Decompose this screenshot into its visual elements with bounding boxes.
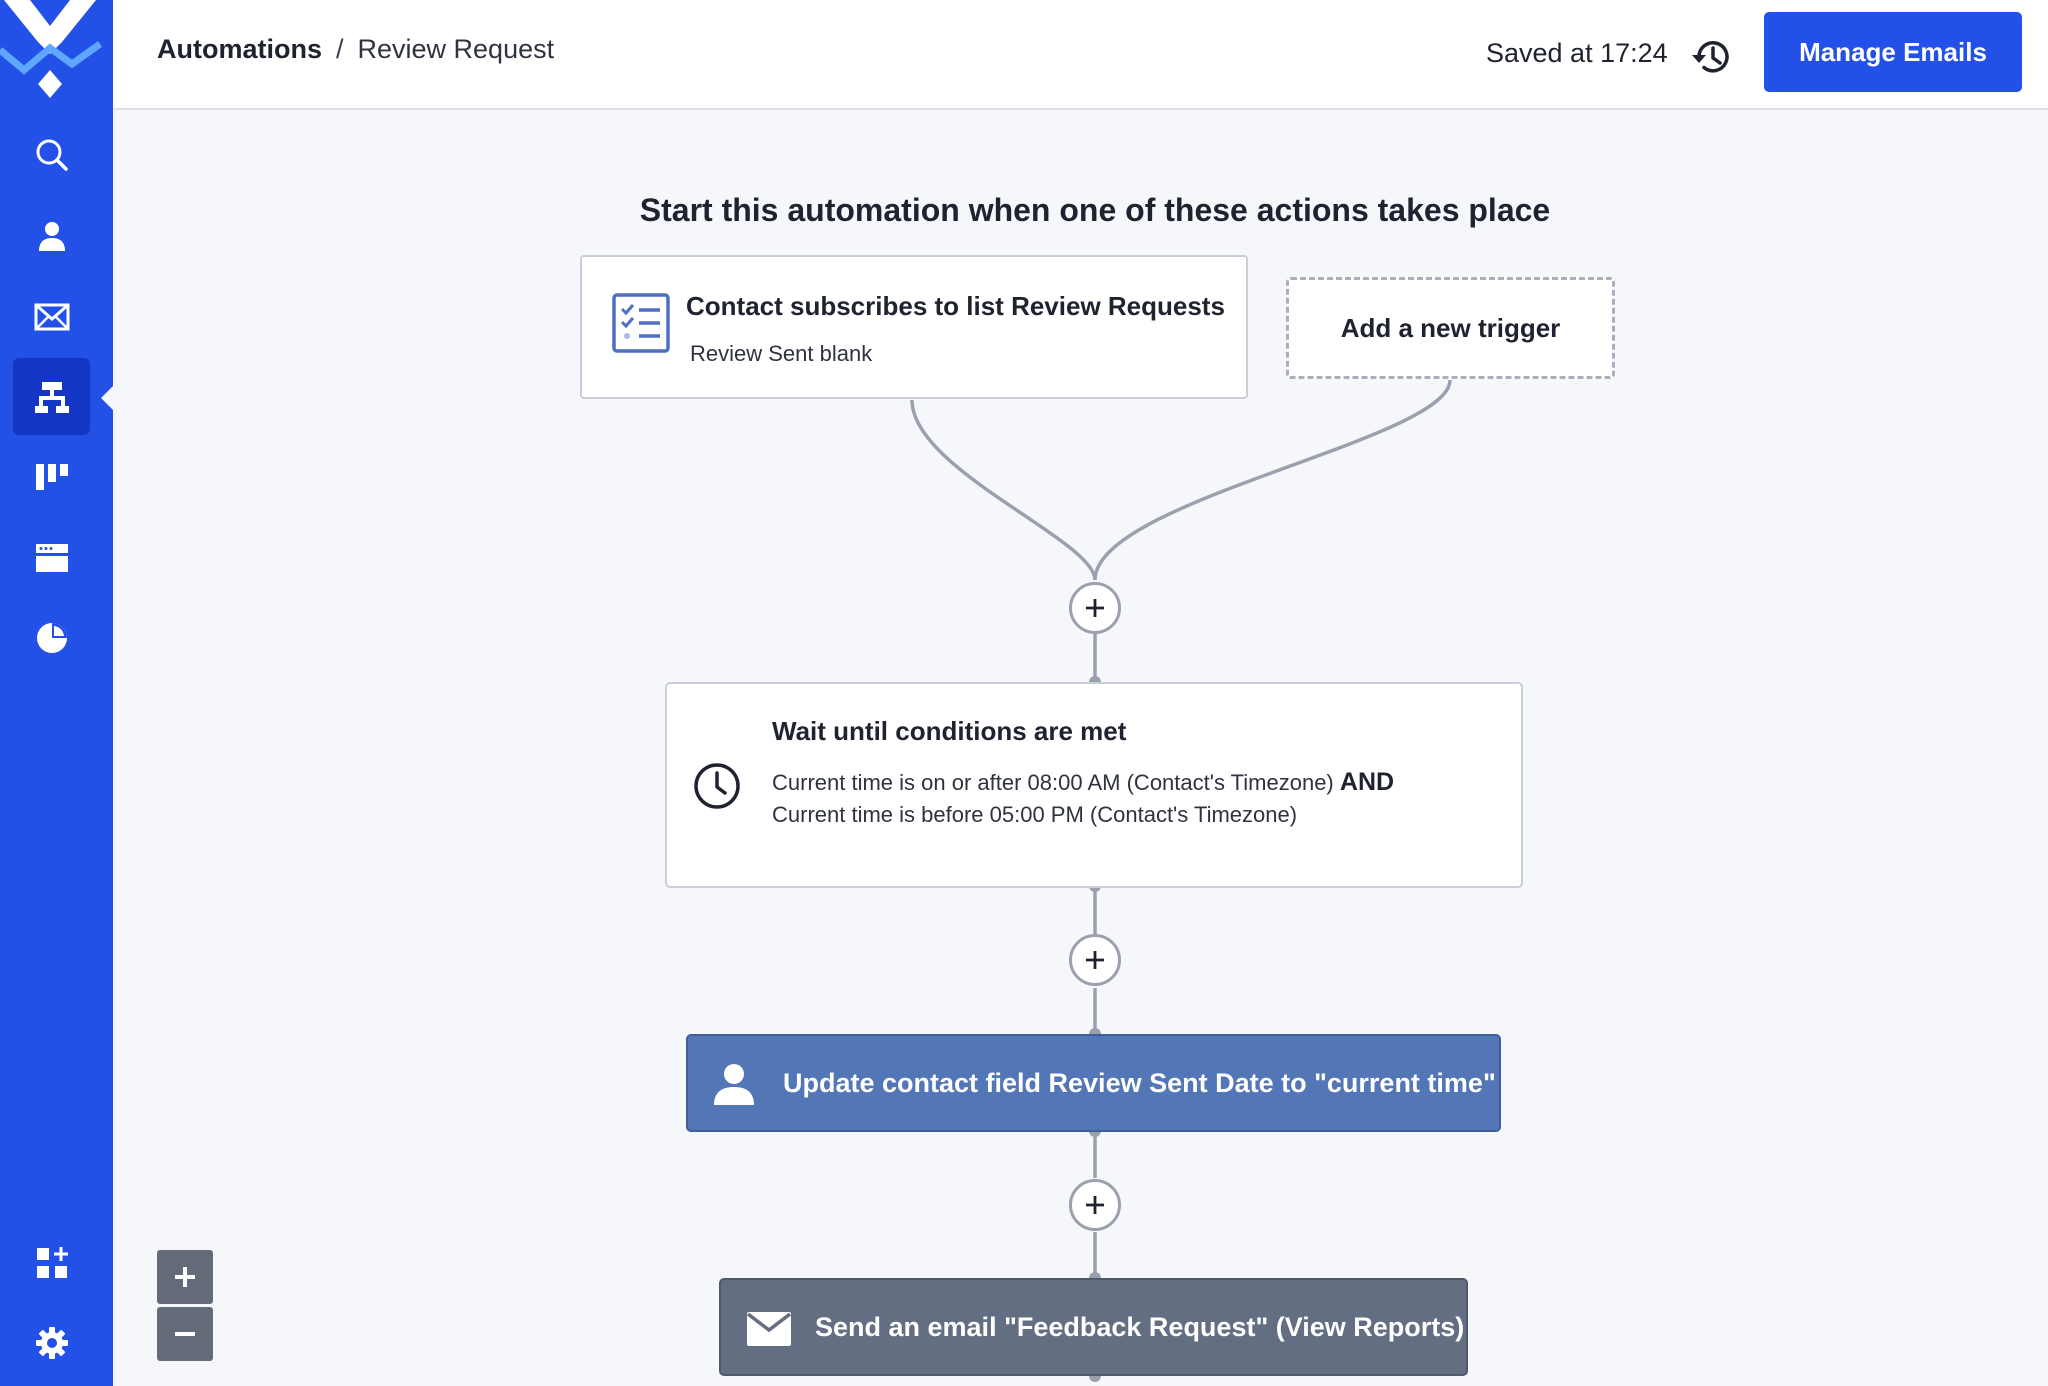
envelope-icon xyxy=(34,303,69,330)
add-step-button[interactable] xyxy=(1069,582,1121,634)
zoom-controls xyxy=(157,1250,213,1361)
wait-condition-1: Current time is on or after 08:00 AM (Co… xyxy=(772,770,1334,795)
checklist-icon xyxy=(612,293,670,353)
search-icon xyxy=(36,139,68,171)
breadcrumb-separator: / xyxy=(336,34,344,64)
plus-icon xyxy=(1086,951,1104,969)
top-header: Automations / Review Request Saved at 17… xyxy=(113,0,2048,110)
sidebar-item-contacts[interactable] xyxy=(13,197,90,274)
sidebar-item-website[interactable] xyxy=(13,519,90,596)
pie-chart-icon xyxy=(36,622,67,653)
breadcrumb: Automations / Review Request xyxy=(157,34,554,65)
trigger-section-heading: Start this automation when one of these … xyxy=(639,192,1551,228)
trigger-card[interactable]: Contact subscribes to list Review Reques… xyxy=(580,255,1248,399)
sidebar-item-reports[interactable] xyxy=(13,599,90,676)
trigger-subtitle: Review Sent blank xyxy=(690,341,873,366)
wait-condition-card[interactable]: Wait until conditions are met Current ti… xyxy=(665,682,1523,888)
send-email-label: Send an email "Feedback Request" (View R… xyxy=(815,1312,1465,1342)
clock-icon xyxy=(694,763,740,809)
plus-icon xyxy=(1086,1196,1104,1214)
sidebar-item-campaigns[interactable] xyxy=(13,278,90,355)
person-icon xyxy=(38,221,65,251)
plus-icon xyxy=(1086,599,1104,617)
breadcrumb-automations-link[interactable]: Automations xyxy=(157,34,322,65)
automation-icon xyxy=(34,381,69,413)
wait-condition-operator: AND xyxy=(1339,768,1395,796)
gear-icon xyxy=(35,1326,68,1359)
add-trigger-button[interactable]: Add a new trigger xyxy=(1286,277,1615,379)
pipeline-icon xyxy=(35,463,68,490)
add-step-button[interactable] xyxy=(1069,1179,1121,1231)
send-email-step[interactable]: Send an email "Feedback Request" (View R… xyxy=(719,1278,1468,1376)
zoom-in-button[interactable] xyxy=(157,1250,213,1304)
update-contact-field-step[interactable]: Update contact field Review Sent Date to… xyxy=(686,1034,1501,1132)
manage-emails-button[interactable]: Manage Emails xyxy=(1764,12,2022,92)
plus-icon xyxy=(175,1267,195,1287)
minus-icon xyxy=(175,1332,195,1336)
update-step-label: Update contact field Review Sent Date to… xyxy=(783,1068,1496,1098)
active-indicator xyxy=(101,386,113,410)
envelope-icon xyxy=(747,1312,791,1346)
saved-status: Saved at 17:24 xyxy=(1486,38,1668,68)
wait-step-conditions: Current time is on or after 08:00 AM (Co… xyxy=(772,766,1472,831)
sidebar-item-automations[interactable] xyxy=(13,358,90,435)
sidebar-item-apps[interactable] xyxy=(13,1224,90,1301)
browser-window-icon xyxy=(35,543,68,572)
logo-icon[interactable] xyxy=(0,0,106,106)
sidebar-item-search[interactable] xyxy=(13,116,90,193)
breadcrumb-current-page[interactable]: Review Request xyxy=(358,34,555,65)
sidebar-item-deals[interactable] xyxy=(13,438,90,515)
sidebar xyxy=(0,0,113,1386)
apps-add-icon xyxy=(36,1246,68,1278)
sidebar-item-settings[interactable] xyxy=(13,1304,90,1381)
person-icon xyxy=(714,1064,754,1105)
add-step-button[interactable] xyxy=(1069,934,1121,986)
wait-step-title: Wait until conditions are met xyxy=(772,716,1127,746)
history-icon[interactable] xyxy=(1691,36,1733,78)
trigger-title: Contact subscribes to list Review Reques… xyxy=(686,291,1225,321)
zoom-out-button[interactable] xyxy=(157,1307,213,1361)
wait-condition-2: Current time is before 05:00 PM (Contact… xyxy=(772,802,1298,827)
